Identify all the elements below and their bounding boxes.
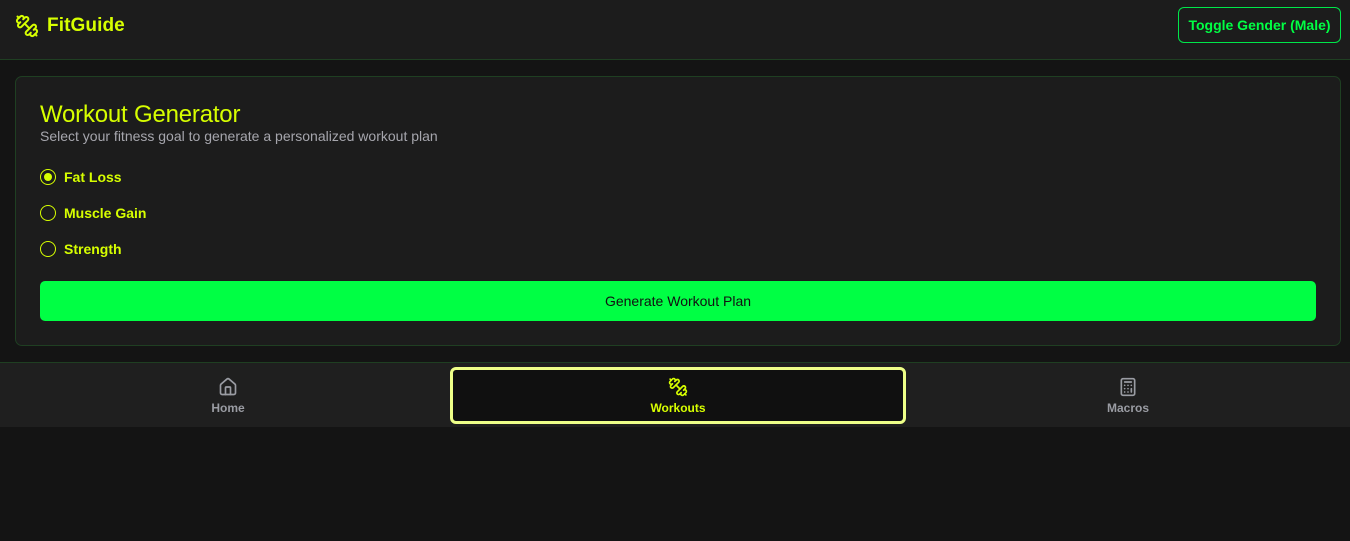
page-title: Workout Generator	[40, 101, 241, 128]
goal-label: Strength	[64, 241, 122, 257]
app-header: FitGuide Toggle Gender (Male)	[0, 0, 1350, 60]
radio-strength[interactable]	[40, 241, 56, 257]
calculator-icon	[1118, 377, 1138, 397]
nav-item-workouts[interactable]: Workouts	[450, 367, 906, 424]
dumbbell-icon	[668, 377, 688, 397]
goal-label: Muscle Gain	[64, 205, 147, 221]
bottom-nav: Home Workouts Macros	[0, 362, 1350, 427]
goal-option-strength[interactable]: Strength	[40, 239, 122, 259]
page-subtitle: Select your fitness goal to generate a p…	[40, 128, 438, 144]
goal-option-muscle-gain[interactable]: Muscle Gain	[40, 203, 146, 223]
goal-option-fat-loss[interactable]: Fat Loss	[40, 167, 122, 187]
brand[interactable]: FitGuide	[15, 12, 125, 40]
goal-label: Fat Loss	[64, 169, 122, 185]
dumbbell-icon	[15, 14, 39, 38]
nav-label-macros: Macros	[1106, 400, 1150, 415]
nav-label-home: Home	[211, 400, 245, 415]
workout-generator-card: Workout Generator Select your fitness go…	[15, 76, 1341, 346]
generate-workout-button[interactable]: Generate Workout Plan	[40, 281, 1316, 321]
nav-label-workouts: Workouts	[650, 400, 706, 415]
nav-item-home[interactable]: Home	[0, 367, 456, 424]
radio-muscle-gain[interactable]	[40, 205, 56, 221]
nav-item-macros[interactable]: Macros	[900, 367, 1350, 424]
home-icon	[218, 377, 238, 397]
toggle-gender-button[interactable]: Toggle Gender (Male)	[1178, 7, 1341, 43]
brand-name: FitGuide	[47, 15, 125, 36]
radio-fat-loss[interactable]	[40, 169, 56, 185]
